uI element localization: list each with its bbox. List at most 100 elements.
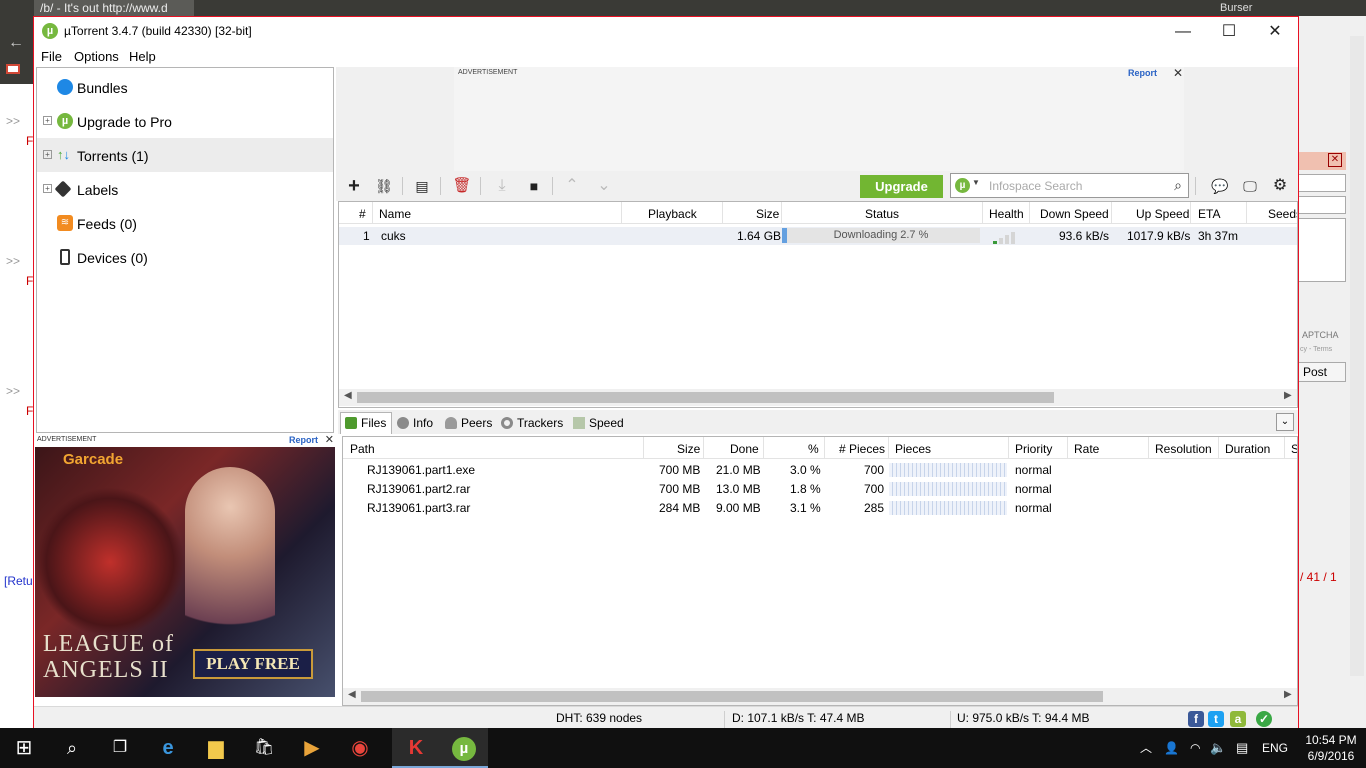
sidebar-item-devices[interactable]: Devices (0) (37, 240, 333, 274)
utorrent-taskbar-icon[interactable]: µ (440, 728, 488, 768)
column-separator[interactable] (1218, 437, 1219, 459)
column-separator[interactable] (621, 202, 622, 224)
edge-icon[interactable]: e (144, 728, 192, 768)
notification-icon[interactable]: ▤ (1236, 728, 1248, 768)
clock[interactable]: 10:54 PM 6/9/2016 (1298, 732, 1364, 764)
scrollbar-thumb[interactable] (361, 691, 1103, 702)
column-header[interactable]: Seeds (1268, 207, 1297, 221)
tab-peers[interactable]: Peers (442, 412, 494, 434)
menu-options[interactable]: Options (74, 49, 119, 64)
remove-icon[interactable]: 🗑 (452, 176, 472, 196)
close-button[interactable]: ✕ (1252, 17, 1298, 47)
ad-banner-image[interactable]: Garcade LEAGUE of ANGELS II PLAY FREE (35, 447, 335, 697)
media-player-icon[interactable]: ▶ (288, 728, 336, 768)
column-separator[interactable] (372, 202, 373, 224)
column-header[interactable]: Path (350, 442, 375, 456)
column-header[interactable]: Rate (1074, 442, 1099, 456)
column-header[interactable]: Health (989, 207, 1024, 221)
return-link[interactable]: [Retu (4, 574, 33, 588)
gmail-icon[interactable] (6, 64, 20, 74)
column-separator[interactable] (781, 202, 782, 224)
expand-icon[interactable]: + (43, 184, 52, 193)
sidebar-item-bundles[interactable]: Bundles (37, 70, 333, 104)
upgrade-button[interactable]: Upgrade (860, 175, 943, 198)
chat-icon[interactable]: 💬 (1210, 176, 1230, 196)
browser-scrollbar[interactable] (1350, 36, 1364, 676)
browser-tab[interactable]: /b/ - It's out http://www.d (34, 0, 194, 16)
file-explorer-icon[interactable]: ▆ (192, 728, 240, 768)
collapse-pane-icon[interactable]: ⌄ (1276, 413, 1294, 431)
chrome-icon[interactable]: ◉ (336, 728, 384, 768)
chevron-down-icon[interactable]: ▼ (972, 178, 980, 187)
maximize-button[interactable]: ☐ (1206, 17, 1252, 47)
search-icon[interactable]: ⌕ (1174, 177, 1182, 194)
ad-report-link[interactable]: Report (289, 433, 318, 447)
wifi-icon[interactable]: ◠ (1190, 728, 1200, 768)
column-header[interactable]: S (1291, 442, 1297, 456)
file-row[interactable]: RJ139061.part2.rar 700 MB 13.0 MB 1.8 % … (343, 480, 1297, 499)
column-separator[interactable] (1190, 202, 1191, 224)
column-header[interactable]: Duration (1225, 442, 1270, 456)
store-icon[interactable]: 🛍 (240, 728, 288, 768)
column-header[interactable]: ETA (1198, 207, 1220, 221)
sidebar-item-upgrade[interactable]: + µ Upgrade to Pro (37, 104, 333, 138)
tray-chevron-icon[interactable]: ︿ (1140, 728, 1152, 768)
column-separator[interactable] (1008, 437, 1009, 459)
ad-close-icon[interactable]: ✕ (325, 433, 334, 447)
tab-info[interactable]: Info (394, 412, 440, 434)
minimize-button[interactable]: — (1160, 17, 1206, 47)
language-indicator[interactable]: ENG (1262, 728, 1288, 768)
bg-input[interactable] (1298, 196, 1346, 214)
column-separator[interactable] (982, 202, 983, 224)
file-row[interactable]: RJ139061.part1.exe 700 MB 21.0 MB 3.0 % … (343, 461, 1297, 480)
move-up-icon[interactable]: ⌃ (562, 176, 582, 196)
column-header[interactable]: Done (730, 442, 759, 456)
stop-icon[interactable]: ■ (524, 176, 544, 196)
create-torrent-icon[interactable]: ▤ (412, 176, 432, 196)
top-ad-area[interactable] (454, 67, 1184, 171)
add-torrent-icon[interactable]: + (344, 176, 364, 196)
column-header[interactable]: # (359, 207, 366, 221)
table-row[interactable]: 1 cuks 1.64 GB Downloading 2.7 % 93.6 kB… (339, 227, 1297, 245)
sidebar-item-labels[interactable]: + Labels (37, 172, 333, 206)
close-icon[interactable]: ✕ (1328, 153, 1342, 167)
column-header[interactable]: Pieces (895, 442, 931, 456)
column-separator[interactable] (1111, 202, 1112, 224)
column-header[interactable]: Resolution (1155, 442, 1212, 456)
post-button[interactable]: Post (1298, 362, 1346, 382)
sidebar-item-torrents[interactable]: + ↑↓ Torrents (1) (37, 138, 333, 172)
column-separator[interactable] (703, 437, 704, 459)
column-header[interactable]: # Pieces (839, 442, 885, 456)
expand-icon[interactable]: + (43, 116, 52, 125)
expand-icon[interactable]: + (43, 150, 52, 159)
column-header[interactable]: Size (756, 207, 779, 221)
column-separator[interactable] (888, 437, 889, 459)
add-link-icon[interactable]: ⛓ (374, 176, 394, 196)
scrollbar-thumb[interactable] (357, 392, 1054, 403)
scroll-left-icon[interactable]: ◀ (344, 390, 352, 401)
back-arrow-icon[interactable]: ← (8, 34, 24, 52)
ad-close-icon[interactable]: ✕ (1173, 66, 1183, 80)
android-icon[interactable]: a (1230, 711, 1246, 727)
column-separator[interactable] (1148, 437, 1149, 459)
people-icon[interactable]: 👤 (1164, 728, 1179, 768)
scroll-right-icon[interactable]: ▶ (1284, 689, 1292, 700)
kaspersky-icon[interactable]: K (392, 728, 440, 768)
column-separator[interactable] (1067, 437, 1068, 459)
move-down-icon[interactable]: ⌄ (594, 176, 614, 196)
menu-help[interactable]: Help (129, 49, 156, 64)
tab-trackers[interactable]: Trackers (498, 412, 566, 434)
gear-icon[interactable]: ⚙ (1270, 176, 1290, 196)
tab-files[interactable]: Files (340, 412, 392, 434)
column-header[interactable]: Size (677, 442, 700, 456)
column-separator[interactable] (1246, 202, 1247, 224)
download-icon[interactable]: ⤓ (492, 176, 512, 196)
menu-file[interactable]: File (41, 49, 62, 64)
column-separator[interactable] (1029, 202, 1030, 224)
search-box[interactable]: µ ▼ Infospace Search ⌕ (950, 173, 1189, 198)
column-separator[interactable] (722, 202, 723, 224)
ad-report-link[interactable]: Report (1128, 68, 1157, 78)
column-header[interactable]: % (808, 442, 819, 456)
bg-textarea[interactable] (1298, 218, 1346, 282)
facebook-icon[interactable]: f (1188, 711, 1204, 727)
